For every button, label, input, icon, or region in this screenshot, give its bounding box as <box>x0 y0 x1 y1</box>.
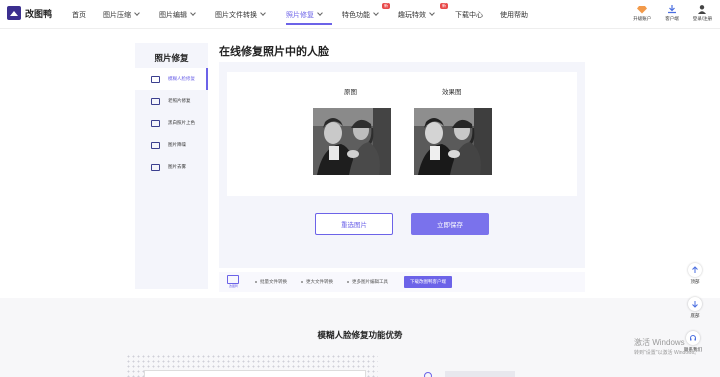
sidebar-item-label: 老照片修复 <box>168 98 191 103</box>
dehaze-icon <box>151 163 160 171</box>
sidebar-title: 照片修复 <box>154 53 189 63</box>
promo-feature: 批量文件转换 <box>255 279 287 285</box>
save-now-button[interactable]: 立即保存 <box>411 213 489 235</box>
nav-label: 照片修复 <box>286 11 314 19</box>
photo-image <box>313 108 391 175</box>
original-label: 原图 <box>344 89 357 96</box>
sidebar-item-label: 图片降噪 <box>168 142 186 147</box>
arrow-up-icon <box>688 263 702 277</box>
client-label: 客户端 <box>665 16 679 21</box>
client-promo-bar: 改图鸭 批量文件转换 更大文件转换 更多图片编辑工具 下载改图鸭客户端 <box>219 272 585 292</box>
old-photo-icon <box>151 97 160 105</box>
download-icon <box>668 5 676 14</box>
result-label: 效果图 <box>442 89 462 96</box>
nav-label: 特色功能 <box>342 11 370 19</box>
nav-item-photo-repair[interactable]: 照片修复 <box>286 0 342 29</box>
upgrade-account-button[interactable]: 升级账户 <box>633 4 651 22</box>
chevron-down-icon <box>260 10 266 16</box>
sidebar-item-face-restore[interactable]: 模糊人脸修复 <box>135 68 208 90</box>
sidebar-item-label: 黑白照片上色 <box>168 120 195 125</box>
nav-item-image-edit[interactable]: 图片编辑 <box>159 0 215 29</box>
sidebar-item-old-photo[interactable]: 老照片修复 <box>135 90 208 112</box>
nav-item-file-convert[interactable]: 图片文件转换 <box>215 0 286 29</box>
top-navigation-bar: 改图鸭 首页 图片压缩 图片编辑 图片文件转换 照片修复 特色功能 新 趣玩特效新… <box>0 0 720 29</box>
page-title: 在线修复照片中的人脸 <box>219 46 329 58</box>
nav-item-help[interactable]: 使用帮助 <box>497 0 537 29</box>
app-window-icon <box>227 275 239 284</box>
windows-activation-watermark: 激活 Windows 转到"设置"以激活 Windows。 <box>634 337 699 356</box>
upgrade-label: 升级账户 <box>633 16 652 21</box>
logo-text: 改图鸭 <box>25 8 53 19</box>
login-label: 登录/注册 <box>692 16 712 21</box>
section-title: 模糊人脸修复功能优势 <box>317 330 403 340</box>
nav-item-image-compress[interactable]: 图片压缩 <box>103 0 159 29</box>
nav-label: 图片压缩 <box>103 11 131 19</box>
main-nav: 首页 图片压缩 图片编辑 图片文件转换 照片修复 特色功能 新 趣玩特效新 下载中… <box>72 0 537 29</box>
comparison-area <box>227 72 577 196</box>
chevron-down-icon <box>190 10 196 16</box>
face-image-icon <box>151 75 160 83</box>
client-logo: 改图鸭 <box>227 275 245 289</box>
chevron-down-icon <box>429 10 435 16</box>
reselect-image-button[interactable]: 重选图片 <box>315 213 393 235</box>
back-to-top-button[interactable]: 顶部 <box>688 263 702 285</box>
download-client-button[interactable]: 下载改图鸭客户端 <box>404 276 452 288</box>
chevron-down-icon <box>373 10 379 16</box>
client-download-button[interactable]: 客户端 <box>665 4 679 22</box>
sidebar-item-colorize[interactable]: 黑白照片上色 <box>135 112 208 134</box>
feature-text <box>445 371 515 377</box>
feature-bullet-icon <box>424 372 432 377</box>
logo-icon <box>7 6 21 20</box>
sidebar-item-dehaze[interactable]: 图片去雾 <box>135 156 208 178</box>
client-logo-text: 改图鸭 <box>229 284 239 288</box>
avatar-icon <box>698 5 707 14</box>
nav-item-download-center[interactable]: 下载中心 <box>440 0 497 29</box>
arrow-down-icon <box>688 297 702 311</box>
nav-item-home[interactable]: 首页 <box>72 0 103 29</box>
float-label: 底部 <box>690 313 700 318</box>
diamond-icon <box>637 6 648 14</box>
promo-feature: 更大文件转换 <box>301 279 333 285</box>
nav-label: 趣玩特效 <box>398 11 426 19</box>
nav-label: 图片编辑 <box>159 11 187 19</box>
sidebar-item-label: 模糊人脸修复 <box>168 76 195 81</box>
sidebar-item-denoise[interactable]: 图片降噪 <box>135 134 208 156</box>
result-photo <box>414 108 492 175</box>
logo[interactable]: 改图鸭 <box>7 6 52 20</box>
nav-item-fun-effects[interactable]: 趣玩特效新 <box>398 0 448 29</box>
new-badge: 新 <box>382 3 390 9</box>
chevron-down-icon <box>317 10 323 16</box>
nav-label: 下载中心 <box>455 11 483 19</box>
promo-feature: 更多图片编辑工具 <box>347 279 388 285</box>
denoise-icon <box>151 141 160 149</box>
login-register-button[interactable]: 登录/注册 <box>693 4 712 22</box>
nav-label: 使用帮助 <box>500 11 528 19</box>
scroll-bottom-button[interactable]: 底部 <box>688 297 702 319</box>
sidebar-item-label: 图片去雾 <box>168 164 186 169</box>
watermark-line: 转到"设置"以激活 Windows。 <box>634 350 700 356</box>
float-label: 顶部 <box>690 279 700 284</box>
watermark-line: 激活 Windows <box>634 338 685 347</box>
photo-image <box>414 108 492 175</box>
original-photo <box>313 108 391 175</box>
nav-label: 首页 <box>72 11 86 19</box>
nav-item-special-features[interactable]: 特色功能 新 <box>342 0 398 29</box>
sidebar: 照片修复 模糊人脸修复 老照片修复 黑白照片上色 图片降噪 图片去雾 <box>135 43 208 289</box>
user-tools: 升级账户 客户端 登录/注册 <box>633 4 712 22</box>
nav-label: 图片文件转换 <box>215 11 257 19</box>
feature-card <box>144 370 366 377</box>
colorize-icon <box>151 119 160 127</box>
chevron-down-icon <box>134 10 140 16</box>
